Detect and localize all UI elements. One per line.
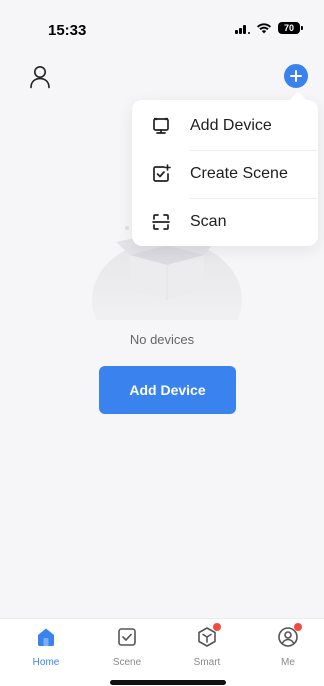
smart-icon <box>195 623 221 649</box>
menu-item-label: Create Scene <box>190 165 288 182</box>
device-icon <box>150 115 172 137</box>
me-icon <box>276 623 302 649</box>
home-icon <box>34 625 58 649</box>
add-device-button[interactable]: Add Device <box>99 366 236 414</box>
battery-level: 70 <box>283 23 294 33</box>
tab-label: Home <box>32 657 60 668</box>
battery-icon: 70 <box>278 22 303 34</box>
status-time: 15:33 <box>48 22 87 39</box>
status-icons: 70 <box>235 22 303 34</box>
tab-me[interactable]: Me <box>263 623 313 673</box>
add-menu: Add Device Create Scene Scan <box>132 100 318 246</box>
empty-state-message: No devices <box>129 332 195 347</box>
add-button[interactable] <box>284 64 308 88</box>
scene-plus-icon <box>150 163 172 185</box>
tab-bar: Home Scene Smart Me <box>0 618 324 686</box>
menu-item-add-device[interactable]: Add Device <box>132 102 318 150</box>
notification-badge <box>294 623 302 631</box>
scene-icon <box>115 625 139 649</box>
tab-smart[interactable]: Smart <box>182 623 232 673</box>
tab-scene[interactable]: Scene <box>102 625 152 673</box>
status-bar: 15:33 70 <box>0 0 324 44</box>
home-indicator <box>110 680 226 685</box>
menu-item-create-scene[interactable]: Create Scene <box>132 150 318 198</box>
signal-icon <box>235 23 250 34</box>
scan-icon <box>150 211 172 233</box>
menu-item-label: Scan <box>190 213 227 230</box>
tab-home[interactable]: Home <box>21 625 71 673</box>
user-button[interactable] <box>28 64 52 90</box>
user-icon <box>30 66 50 89</box>
tab-label: Smart <box>193 657 221 668</box>
menu-item-label: Add Device <box>190 117 272 134</box>
menu-item-scan[interactable]: Scan <box>132 198 318 246</box>
wifi-icon <box>257 23 271 34</box>
tab-label: Me <box>281 657 295 668</box>
tab-label: Scene <box>112 657 142 668</box>
notification-badge <box>213 623 221 631</box>
plus-icon <box>290 70 302 82</box>
